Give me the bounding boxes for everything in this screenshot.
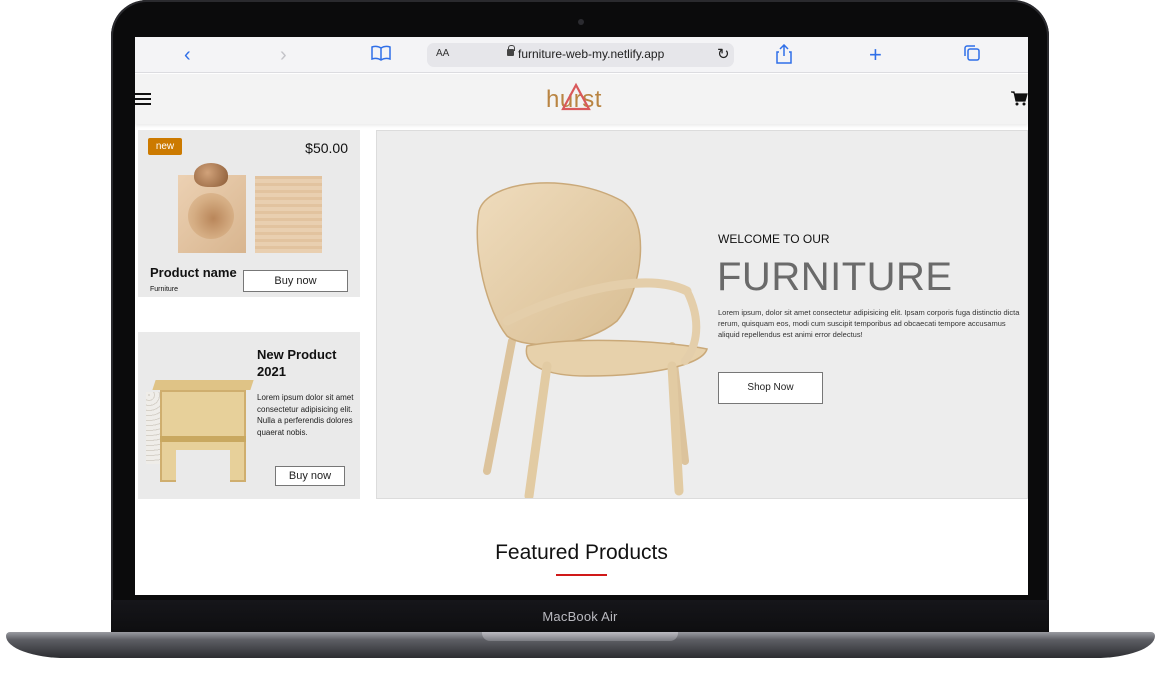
new-tab-icon[interactable]: +: [869, 44, 882, 66]
back-icon[interactable]: ‹: [184, 44, 191, 66]
hero-banner: WELCOME TO OUR FURNITURE Lorem ipsum, do…: [376, 130, 1028, 499]
text-size-button[interactable]: AA: [436, 48, 449, 59]
tabs-icon[interactable]: [963, 44, 981, 67]
bookmarks-icon[interactable]: [371, 44, 391, 66]
stool-shelf: [160, 436, 246, 442]
laptop-bezel-bottom: MacBook Air: [111, 600, 1049, 632]
new-product-title: New Product 2021: [257, 347, 337, 379]
stool-top: [152, 380, 254, 390]
address-bar[interactable]: AA furniture-web-my.netlify.app ↻: [427, 43, 734, 67]
new-product-card: New Product 2021 Lorem ipsum dolor sit a…: [138, 332, 360, 499]
hero-title: FURNITURE: [717, 255, 953, 299]
product-name: Product name: [150, 265, 237, 280]
shop-now-button[interactable]: Shop Now: [718, 372, 823, 404]
hero-description: Lorem ipsum, dolor sit amet consectetur …: [718, 308, 1020, 339]
url-text[interactable]: furniture-web-my.netlify.app: [518, 47, 664, 61]
chair-image: [476, 182, 708, 498]
product-price: $50.00: [305, 140, 348, 156]
buy-now-button[interactable]: Buy now: [243, 270, 348, 292]
logo-triangle-icon: [561, 82, 591, 111]
new-badge: new: [148, 138, 182, 155]
cart-icon[interactable]: [1011, 91, 1028, 106]
product-card: new $50.00 Product name Furniture Buy no…: [138, 130, 360, 297]
reload-icon[interactable]: ↻: [717, 45, 730, 63]
brand-logo[interactable]: hurst: [545, 82, 625, 114]
forward-icon[interactable]: ›: [280, 44, 287, 66]
model-label: MacBook Air: [542, 608, 618, 624]
wooden-cube-image: [255, 176, 322, 253]
hero-eyebrow: WELCOME TO OUR: [718, 232, 830, 246]
featured-products-heading: Featured Products: [495, 541, 668, 564]
product-category: Furniture: [150, 286, 179, 293]
stool-gap: [176, 450, 230, 482]
wooden-bowl-cube-image: [178, 163, 246, 253]
webcam: [578, 19, 584, 25]
new-product-description: Lorem ipsum dolor sit amet consectetur a…: [257, 393, 354, 437]
screen: ‹ › AA furniture-web-my.netlify.app ↻ + …: [135, 37, 1028, 595]
lock-icon: [507, 45, 515, 56]
hamburger-menu-icon[interactable]: [135, 93, 151, 105]
laptop-hinge-notch: [482, 632, 678, 641]
browser-toolbar: ‹ › AA furniture-web-my.netlify.app ↻ +: [135, 37, 1028, 73]
share-icon[interactable]: [776, 43, 792, 69]
site-header: hurst: [135, 74, 1028, 124]
buy-now-button-2[interactable]: Buy now: [275, 466, 345, 486]
heading-underline: [556, 574, 607, 576]
